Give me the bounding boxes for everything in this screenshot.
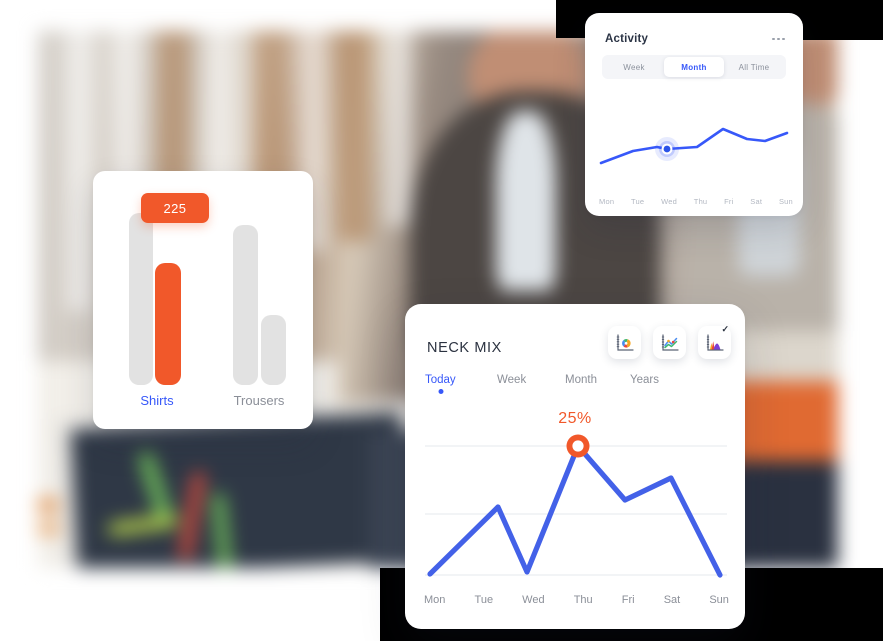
bar-shirts-total[interactable] — [129, 213, 153, 385]
activity-card-header: Activity — [605, 29, 785, 49]
activity-day-sun: Sun — [778, 197, 793, 206]
photo-blind — [66, 31, 92, 311]
activity-title: Activity — [605, 33, 649, 45]
bar-chart-plot: 225 — [93, 171, 313, 386]
donut-chart-icon-button[interactable] — [608, 326, 641, 359]
neck-tab-active-indicator — [438, 389, 444, 394]
bar-shirts-selected[interactable] — [155, 263, 181, 385]
activity-marker-dot[interactable] — [663, 145, 671, 153]
neck-tab-years[interactable]: Years — [630, 374, 659, 386]
neck-tab-week[interactable]: Week — [497, 374, 565, 386]
activity-day-sat: Sat — [750, 197, 763, 206]
bar-label-shirts[interactable]: Shirts — [109, 393, 205, 408]
activity-day-tue: Tue — [631, 197, 645, 206]
line-chart-icon — [661, 333, 679, 351]
activity-day-wed: Wed — [661, 197, 677, 206]
line-chart-icon-button[interactable] — [653, 326, 686, 359]
bar-label-trousers[interactable]: Trousers — [211, 393, 307, 408]
activity-x-axis-labels: Mon Tue Wed Thu Fri Sat Sun — [599, 197, 793, 206]
checkmark-icon: ✓ — [721, 324, 729, 334]
neck-tab-today-label: Today — [425, 374, 456, 386]
neck-mix-marker-center[interactable] — [572, 440, 584, 452]
neck-day-mon: Mon — [424, 594, 446, 606]
activity-segment-month[interactable]: Month — [664, 57, 724, 77]
neck-mix-chart-type-buttons: ✓ — [608, 324, 731, 359]
bar-chart-category-labels: Shirts Trousers — [93, 393, 313, 415]
neck-tab-today[interactable]: Today — [425, 374, 497, 394]
neck-day-tue: Tue — [474, 594, 494, 606]
activity-day-fri: Fri — [724, 197, 734, 206]
bar-chart-card: 225 Shirts Trousers — [93, 171, 313, 429]
bar-trousers-secondary[interactable] — [261, 315, 286, 385]
activity-day-mon: Mon — [599, 197, 615, 206]
activity-card: Activity Week Month All Time Mon Tue Wed… — [585, 13, 803, 216]
activity-sparkline-chart — [599, 127, 789, 165]
neck-day-sat: Sat — [663, 594, 681, 606]
neck-tab-month[interactable]: Month — [565, 374, 630, 386]
area-chart-icon — [706, 333, 724, 351]
neck-mix-card: NECK MIX ✓ Today Week Month Years 25% Mo… — [405, 304, 745, 629]
photo-blind — [386, 31, 412, 226]
neck-mix-x-axis-labels: Mon Tue Wed Thu Fri Sat Sun — [424, 594, 729, 606]
neck-mix-line-chart — [425, 434, 727, 578]
neck-day-sun: Sun — [709, 594, 729, 606]
activity-segment-week[interactable]: Week — [604, 57, 664, 77]
card-shadow-block — [798, 0, 883, 40]
more-horizontal-icon[interactable] — [772, 34, 785, 45]
neck-mix-title: NECK MIX — [427, 340, 502, 356]
neck-day-fri: Fri — [621, 594, 635, 606]
neck-day-wed: Wed — [522, 594, 545, 606]
neck-mix-line-path — [427, 443, 723, 578]
bar-value-tooltip: 225 — [141, 193, 209, 223]
photo-wood-strip — [338, 31, 372, 241]
bar-value-tooltip-text: 225 — [163, 200, 187, 216]
neck-mix-range-tabs: Today Week Month Years — [425, 374, 725, 394]
activity-range-segmented-control[interactable]: Week Month All Time — [602, 55, 786, 79]
photo-person-shirt — [496, 111, 556, 291]
bar-trousers-total[interactable] — [233, 225, 258, 385]
donut-chart-icon — [616, 333, 634, 351]
activity-sparkline-path — [599, 127, 789, 165]
area-chart-icon-button[interactable]: ✓ — [698, 324, 731, 359]
activity-day-thu: Thu — [693, 197, 708, 206]
neck-day-thu: Thu — [573, 594, 593, 606]
activity-segment-all-time[interactable]: All Time — [724, 57, 784, 77]
photo-laptop-screen — [70, 412, 408, 568]
screenshot-stage: Activity Week Month All Time Mon Tue Wed… — [0, 0, 883, 641]
